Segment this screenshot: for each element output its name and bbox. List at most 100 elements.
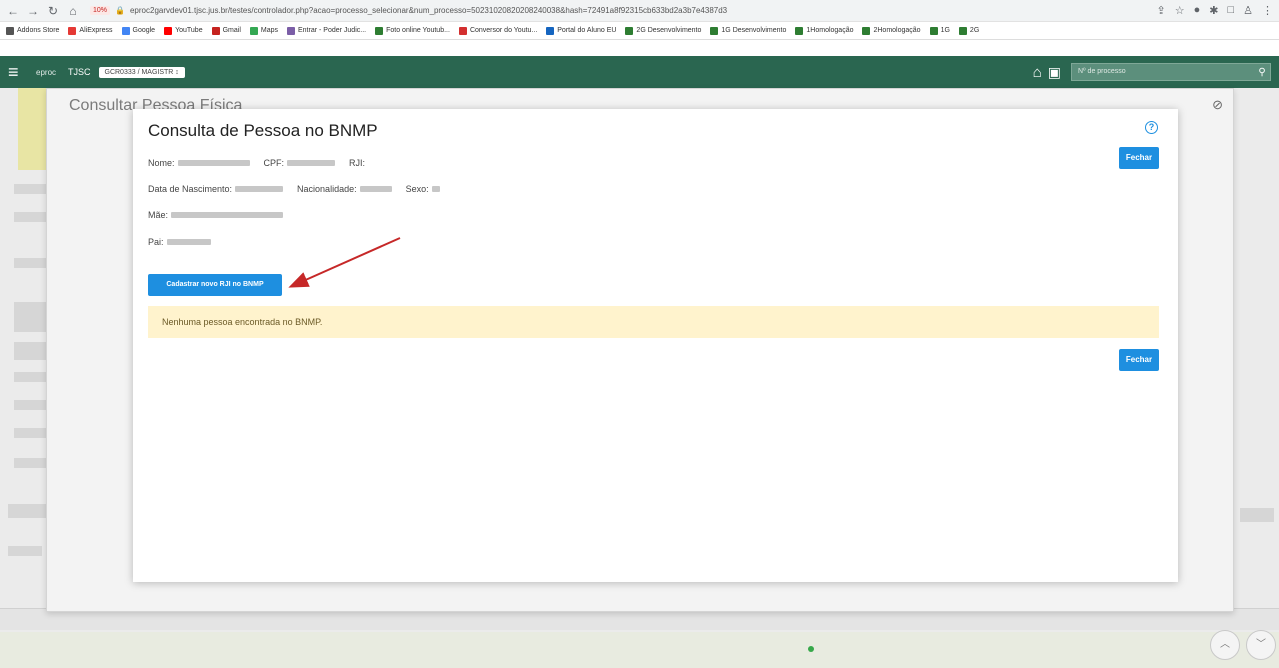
home-icon[interactable]: ⌂ (1033, 64, 1042, 81)
bookmark-item[interactable]: Google (121, 26, 155, 35)
zoom-badge: 10% (90, 6, 111, 15)
close-button-bottom[interactable]: Fechar (1119, 349, 1159, 371)
puzzle-extension-icon[interactable]: ✱ (1209, 4, 1218, 17)
eproc-logo: eproc (36, 67, 57, 77)
bookmark-item[interactable]: 2G (958, 26, 980, 35)
nome-label: Nome: (148, 158, 175, 168)
background-table-row (0, 632, 1279, 668)
bookmark-item[interactable]: YouTube (164, 26, 203, 35)
close-button-top[interactable]: Fechar (1119, 147, 1159, 169)
share-icon[interactable]: ⇪ (1157, 4, 1166, 17)
shield-extension-icon[interactable]: ● (1194, 4, 1201, 17)
mae-value-redacted (171, 212, 284, 218)
bookmark-icon (710, 26, 719, 35)
bookmark-item[interactable]: AliExpress (68, 26, 113, 35)
bookmark-label: 2G Desenvolvimento (636, 27, 702, 34)
bookmark-label: 2G (969, 27, 980, 34)
register-rji-button[interactable]: Cadastrar novo RJI no BNMP (148, 274, 282, 296)
cpf-label: CPF: (263, 158, 285, 168)
bookmark-item[interactable]: 1G Desenvolvimento (710, 26, 787, 35)
bnmp-modal: Consulta de Pessoa no BNMP ? Fechar Nome… (133, 109, 1178, 582)
bookmark-item[interactable]: Portal do Aluno EU (546, 26, 617, 35)
bookmark-item[interactable]: Gmail (211, 26, 241, 35)
forward-icon[interactable]: → (26, 4, 40, 18)
bookmark-label: 1G Desenvolvimento (721, 27, 787, 34)
bookmark-label: 1Homologação (806, 27, 854, 34)
menu-kebab-icon[interactable]: ⋮ (1262, 4, 1273, 17)
bookmark-icon (958, 26, 967, 35)
mother-row: Mãe: (148, 210, 297, 220)
process-number-input[interactable]: Nº de processo (1071, 63, 1271, 81)
bookmark-item[interactable]: 2Homologação (862, 26, 921, 35)
bookmark-item[interactable]: Foto online Youtub... (375, 26, 450, 35)
bookmark-label: AliExpress (79, 27, 113, 34)
father-row: Pai: (148, 237, 225, 247)
bookmark-label: 1G (940, 27, 950, 34)
home-browser-icon[interactable]: ⌂ (66, 4, 80, 18)
bookmark-icon (862, 26, 871, 35)
bookmark-icon (287, 26, 295, 35)
bookmark-label: Entrar - Poder Judic... (298, 27, 367, 34)
bookmark-item[interactable]: Entrar - Poder Judic... (287, 26, 367, 35)
star-icon[interactable]: ☆ (1175, 4, 1185, 17)
status-dot (808, 646, 814, 652)
bookmark-icon (68, 26, 77, 35)
bookmark-label: Conversor do Youtu... (469, 27, 538, 34)
background-button (8, 504, 46, 518)
bookmark-icon (625, 26, 634, 35)
bookmark-icon (211, 26, 220, 35)
back-icon[interactable]: ← (6, 4, 20, 18)
background-button (1240, 508, 1274, 522)
help-icon[interactable]: ? (1145, 121, 1158, 134)
bookmark-icon (929, 26, 938, 35)
nacionalidade-label: Nacionalidade: (297, 184, 357, 194)
bookmark-item[interactable]: Conversor do Youtu... (458, 26, 538, 35)
bookmark-label: YouTube (175, 27, 203, 34)
sexo-label: Sexo: (405, 184, 429, 194)
unit-select[interactable]: GCR0333 / MAGISTR ↕ (98, 66, 185, 78)
scroll-down-button[interactable]: ﹀ (1246, 630, 1276, 660)
bookmark-icon (795, 26, 804, 35)
reload-icon[interactable]: ↻ (46, 4, 60, 18)
background-row (8, 546, 42, 556)
bookmark-item[interactable]: Addons Store (6, 26, 60, 35)
cpf-value-redacted (287, 160, 336, 166)
app-header: ≡ eproc TJSC GCR0333 / MAGISTR ↕ ⌂ ▣ Nº … (0, 56, 1279, 88)
mae-label: Mãe: (148, 210, 169, 220)
scroll-up-button[interactable]: ︿ (1210, 630, 1240, 660)
browser-toolbar: ← → ↻ ⌂ 10% 🔒 eproc2garvdev01.tjsc.jus.b… (0, 0, 1279, 22)
no-results-alert: Nenhuma pessoa encontrada no BNMP. (148, 306, 1159, 338)
bookmark-item[interactable]: Maps (249, 26, 278, 35)
bookmark-label: Portal do Aluno EU (557, 27, 617, 34)
lock-icon: 🔒 (115, 6, 125, 15)
bookmark-label: Foto online Youtub... (386, 27, 450, 34)
bookmark-icon (458, 26, 467, 35)
birth-row: Data de Nascimento: Nacionalidade: Sexo: (148, 184, 454, 194)
help-circle-icon[interactable]: ⊘ (1212, 97, 1223, 113)
bookmark-label: 2Homologação (873, 27, 921, 34)
bookmark-icon (164, 26, 173, 35)
pai-value-redacted (166, 239, 211, 245)
bookmark-icon (546, 26, 555, 35)
bookmark-item[interactable]: 1G (929, 26, 950, 35)
bookmark-icon (6, 26, 14, 35)
hamburger-menu-icon[interactable]: ≡ (8, 62, 30, 83)
bookmark-label: Addons Store (17, 27, 60, 34)
user-card-icon[interactable]: ▣ (1048, 64, 1061, 81)
bookmark-icon (375, 26, 384, 35)
pai-label: Pai: (148, 237, 164, 247)
url-text: eproc2garvdev01.tjsc.jus.br/testes/contr… (129, 6, 728, 15)
nome-value-redacted (177, 160, 250, 166)
search-icon[interactable]: ⚲ (1253, 67, 1271, 78)
tab-icon[interactable]: □ (1227, 4, 1234, 17)
bookmark-icon (249, 26, 258, 35)
bookmark-item[interactable]: 1Homologação (795, 26, 854, 35)
bookmark-icon (121, 26, 130, 35)
sexo-value-redacted (431, 186, 440, 192)
address-bar[interactable]: 10% 🔒 eproc2garvdev01.tjsc.jus.br/testes… (86, 3, 1096, 19)
bookmark-item[interactable]: 2G Desenvolvimento (625, 26, 702, 35)
bookmark-label: Maps (260, 27, 278, 34)
profile-icon[interactable]: ♙ (1243, 4, 1253, 17)
nascimento-label: Data de Nascimento: (148, 184, 233, 194)
bookmark-label: Gmail (222, 27, 241, 34)
